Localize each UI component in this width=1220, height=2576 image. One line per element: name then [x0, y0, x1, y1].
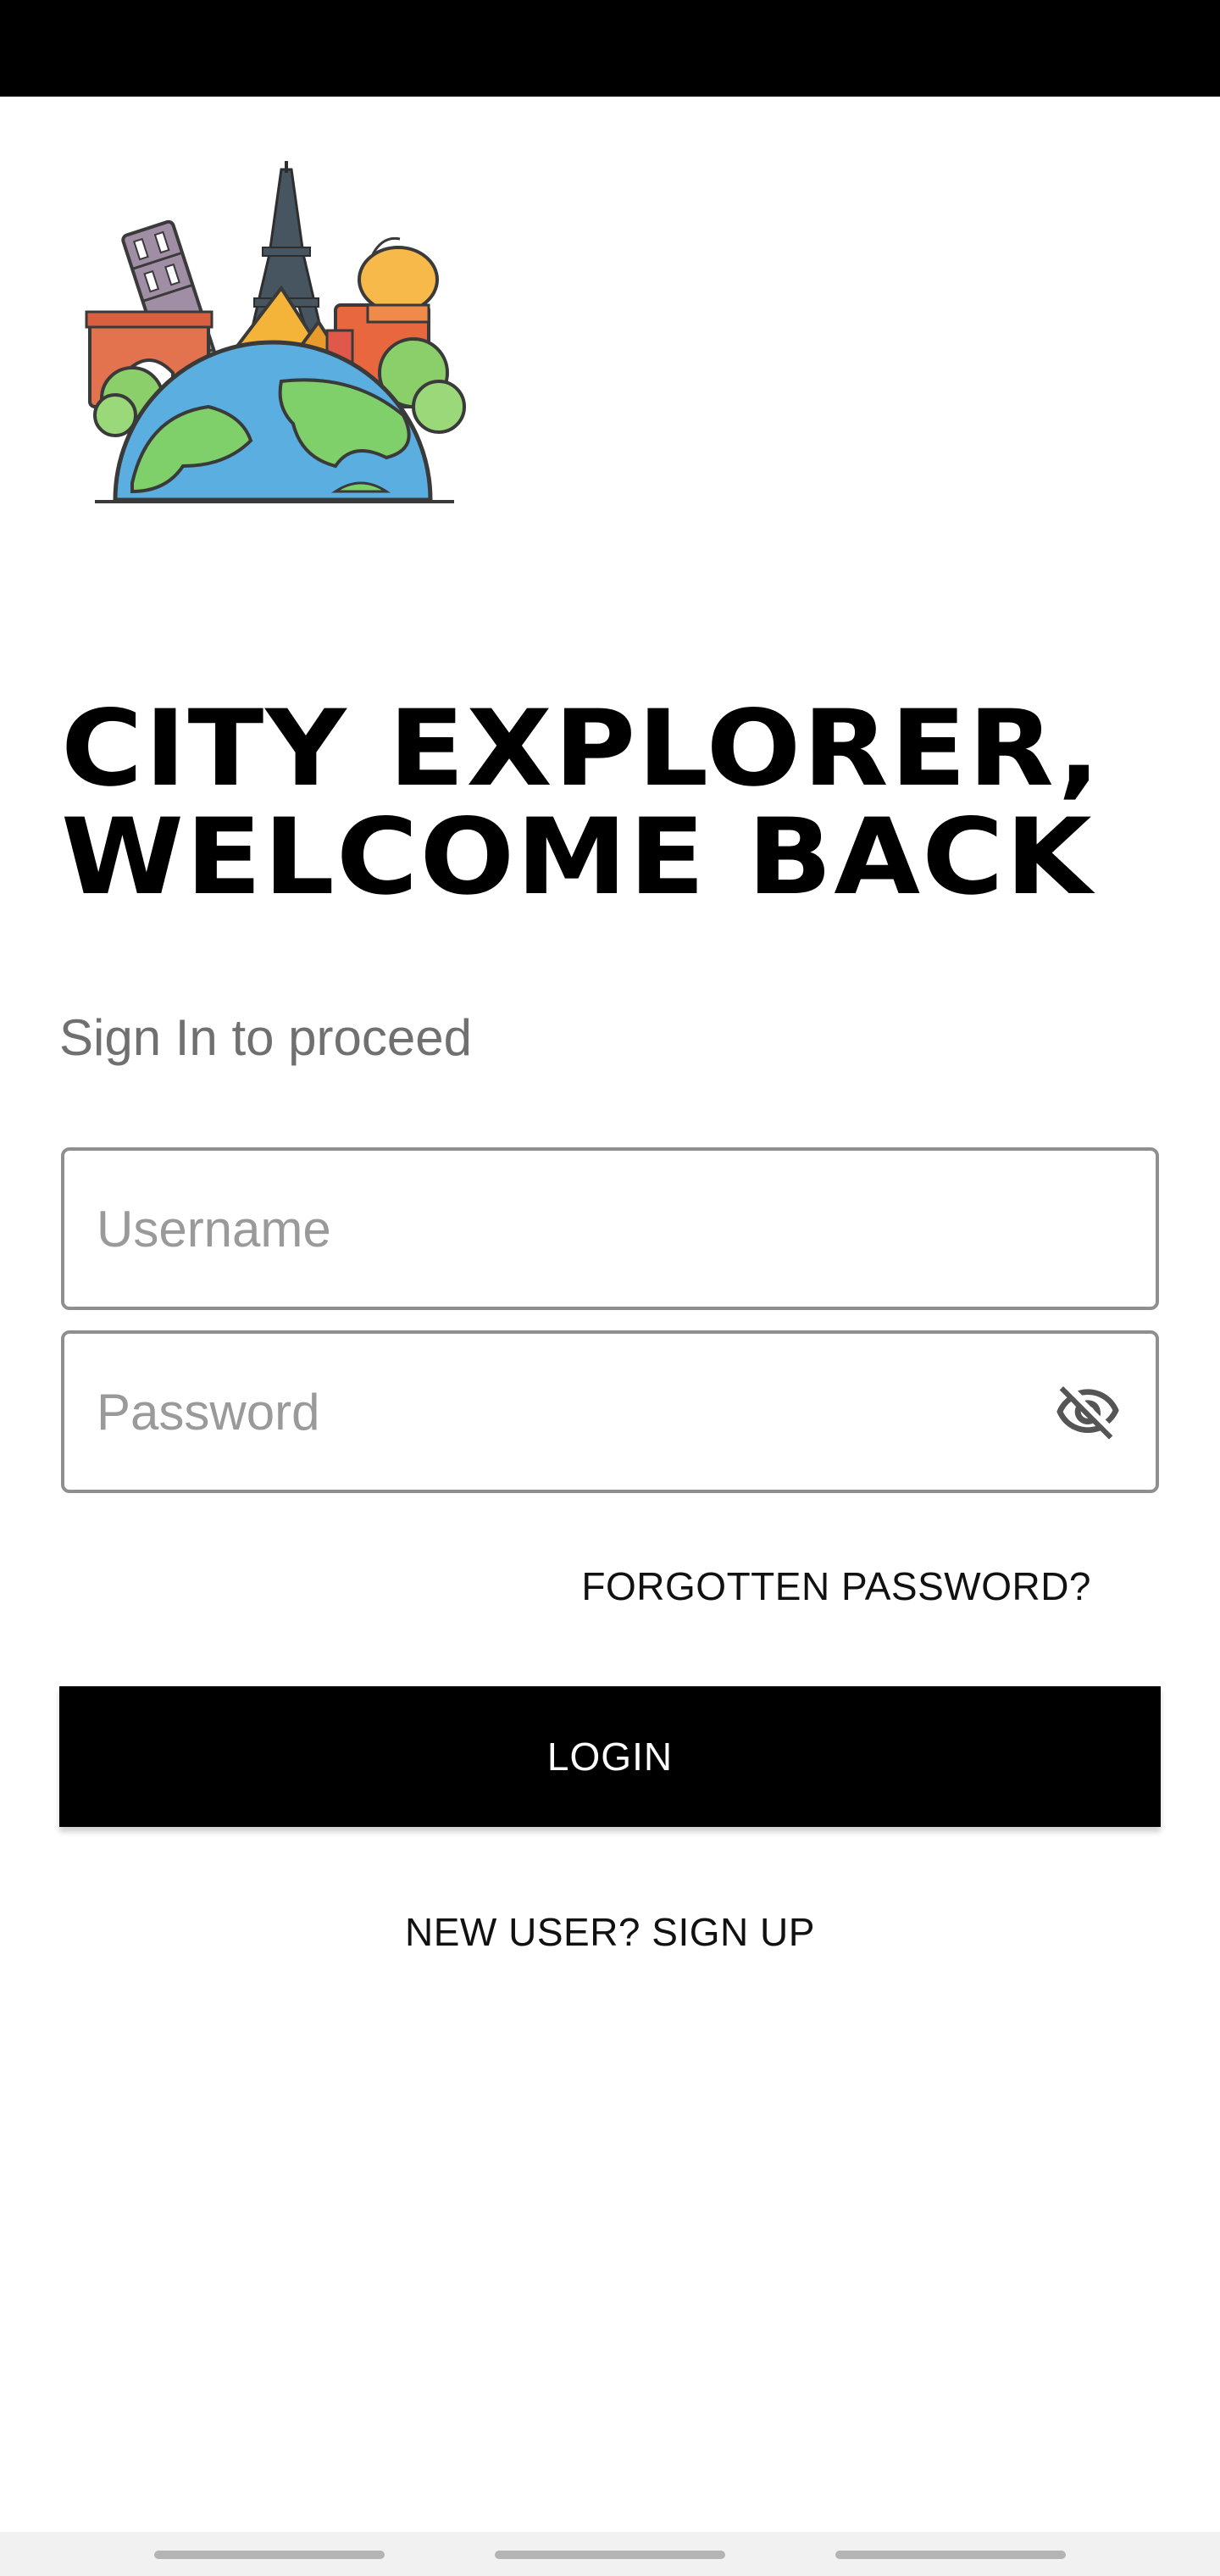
sign-up-link[interactable]: NEW USER? SIGN UP — [0, 1908, 1220, 1956]
nav-handle-left — [154, 2551, 385, 2559]
username-input[interactable] — [97, 1151, 1045, 1307]
nav-handle-right — [835, 2551, 1066, 2559]
eye-off-icon — [1056, 1386, 1119, 1440]
forgotten-password-link[interactable]: FORGOTTEN PASSWORD? — [581, 1563, 1091, 1610]
password-input[interactable] — [97, 1334, 1045, 1490]
username-field-container — [61, 1147, 1159, 1310]
system-navigation-bar — [0, 2532, 1220, 2576]
toggle-password-visibility-button[interactable] — [1051, 1374, 1125, 1449]
password-field-container — [61, 1330, 1159, 1493]
page-title: CITY EXPLORER, WELCOME BACK — [61, 695, 1102, 912]
sign-in-subtitle: Sign In to proceed — [59, 1009, 473, 1066]
nav-handle-center — [495, 2551, 725, 2559]
status-bar — [0, 0, 1220, 97]
title-line-1: CITY EXPLORER, — [61, 688, 1102, 810]
city-landmarks-globe-icon — [85, 161, 466, 503]
login-button[interactable]: LOGIN — [59, 1686, 1161, 1827]
title-line-2: WELCOME BACK — [61, 797, 1094, 919]
city-explorer-logo — [81, 161, 468, 508]
